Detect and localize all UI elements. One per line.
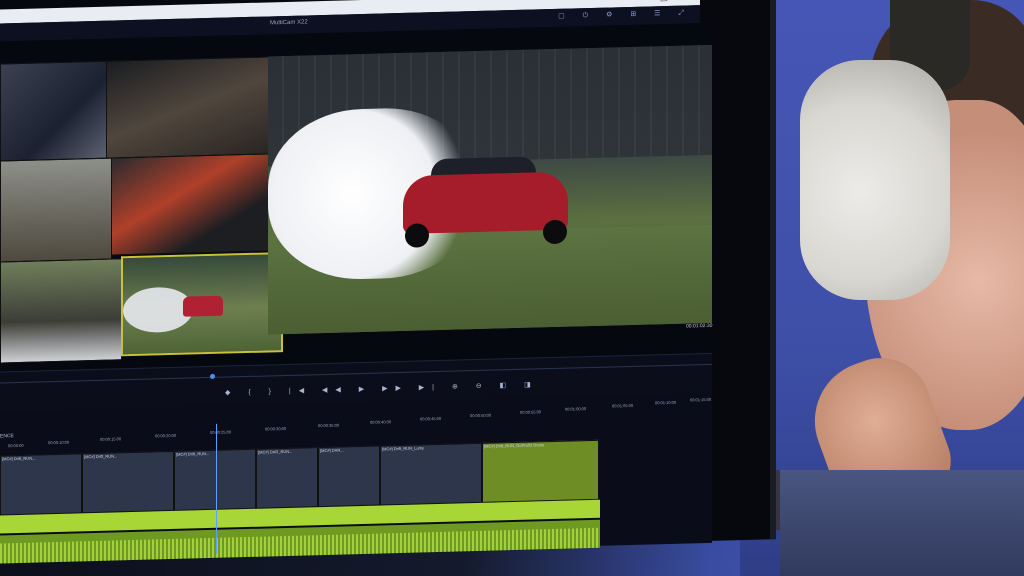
clip-label: [MC#] DAR...	[320, 447, 344, 454]
ruler-tick: 00:00:45:00	[420, 415, 442, 422]
editor-person	[780, 0, 1024, 576]
drift-car	[183, 295, 223, 317]
ruler-tick: 00:00:50:00	[470, 412, 492, 419]
clip-label: [MC#] DAR_RUN...	[258, 448, 293, 455]
clip-label: [MC#] Drift_RUN...	[84, 453, 118, 460]
ruler-tick: 00:00:00	[8, 442, 24, 449]
camera-angle-5[interactable]	[0, 258, 122, 364]
window-controls[interactable]: — ☐ ✕	[636, 0, 696, 5]
ruler-tick: 00:00:40:00	[370, 419, 392, 425]
timeline-panel: ENCE 00:00:00 00:00:10:00 00:00:15:00 00…	[0, 392, 712, 564]
camera-angle-4[interactable]	[111, 153, 278, 256]
ruler-tick: 00:00:30:00	[265, 425, 287, 432]
timeline-clip[interactable]: [MC#] Drift_RUN...	[0, 453, 82, 516]
timeline-playhead[interactable]	[216, 423, 217, 554]
timeline-clip[interactable]: [MC#] Drift_RUN_Lumy	[380, 442, 482, 506]
preview-timecode: 00:01:02:30	[686, 322, 713, 330]
timeline-clip[interactable]: [MC#] Drift_RUN...	[174, 448, 256, 511]
sequence-tab[interactable]: ENCE	[0, 433, 14, 439]
program-monitor	[268, 44, 712, 335]
ruler-tick: 00:01:10:00	[655, 399, 677, 406]
car-body	[403, 171, 568, 234]
clip-label: [MC#] Drift_RUN_GoPro02 Drone	[484, 442, 545, 449]
clip-label: [MC#] Drift_RUN_Lumy	[382, 445, 425, 452]
drift-car	[403, 144, 568, 248]
multicam-preview: 00:01:02:30	[0, 22, 713, 372]
audio-waveform	[0, 527, 600, 564]
shirt	[780, 470, 1024, 576]
scrub-handle[interactable]	[210, 373, 215, 379]
ruler-tick: 00:01:15:00	[690, 396, 712, 403]
ruler-tick: 00:00:55:00	[520, 409, 542, 415]
camera-angle-1[interactable]	[0, 60, 107, 162]
timeline-clip[interactable]: [MC#] DAR...	[318, 445, 380, 508]
camera-angle-3[interactable]	[0, 157, 112, 263]
timeline-clip[interactable]: [MC#] Drift_RUN...	[82, 450, 174, 514]
transport-buttons[interactable]: ◆ { } |◀ ◀◀ ▶ ▶▶ ▶| ⊕ ⊖ ◧ ◨	[225, 380, 539, 396]
monitor: — ☐ ✕ MultiCam X22 ▢ ⏻ ⚙ ⊞ ☰ ⤢ 00:01:02:…	[0, 0, 776, 564]
ruler-tick: 00:00:35:00	[318, 422, 340, 429]
timeline-clip[interactable]: [MC#] DAR_RUN...	[256, 447, 318, 509]
ruler-tick: 00:00:15:00	[100, 436, 122, 442]
clip-label: [MC#] Drift_RUN...	[2, 455, 36, 462]
camera-angle-2[interactable]	[106, 56, 271, 159]
ruler-tick: 00:00:25:00	[210, 429, 232, 435]
ruler-tick: 00:01:05:00	[612, 402, 634, 409]
headphone-icon	[800, 60, 950, 300]
app-title: MultiCam X22	[270, 19, 308, 27]
camera-angle-6-selected[interactable]	[121, 252, 283, 357]
ruler-tick: 00:01:00:00	[565, 406, 587, 412]
ruler-tick: 00:00:20:00	[155, 432, 177, 439]
timeline-clip[interactable]: [MC#] Drift_RUN_GoPro02 Drone	[482, 439, 599, 503]
toolbar-icons[interactable]: ▢ ⏻ ⚙ ⊞ ☰ ⤢	[558, 8, 692, 21]
ruler-tick: 00:00:10:00	[48, 439, 70, 446]
